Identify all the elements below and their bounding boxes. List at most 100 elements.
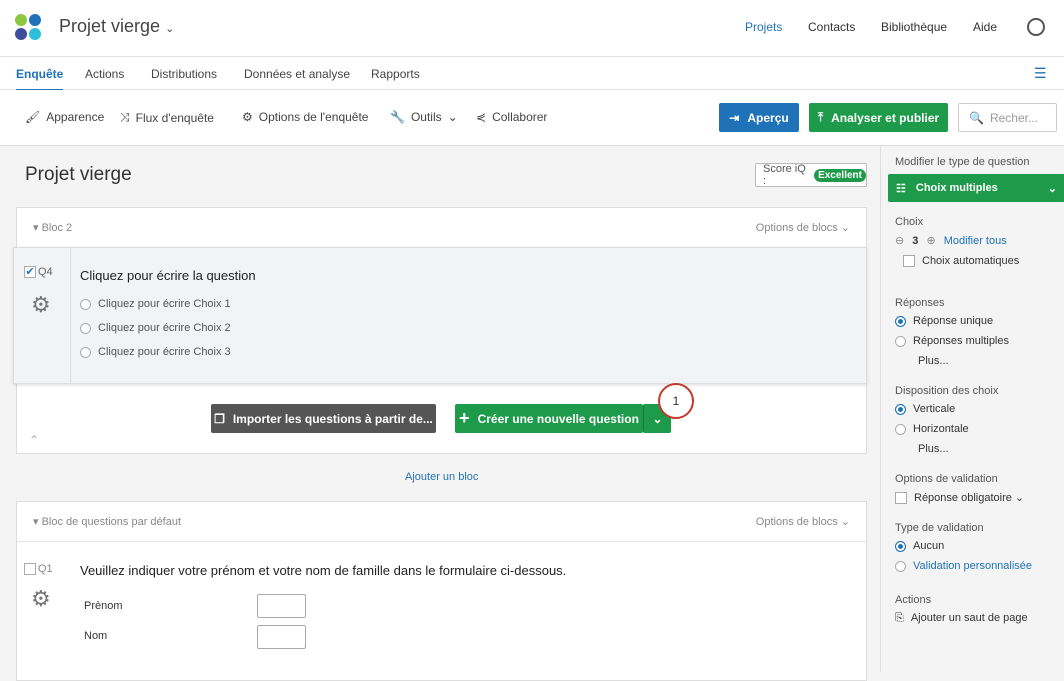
create-question-button[interactable]: + Créer une nouvelle question	[455, 404, 643, 433]
tab-donnees[interactable]: Données et analyse	[244, 67, 350, 81]
preview-icon: ⇥	[729, 110, 740, 125]
label: Réponses multiples	[913, 335, 1009, 348]
import-questions-button[interactable]: ❐ Importer les questions à partir de...	[211, 404, 436, 433]
apparence-button[interactable]: 🖌 Apparence	[25, 110, 104, 124]
question-checkbox[interactable]: ✔	[24, 266, 36, 279]
choice-2[interactable]: Cliquez pour écrire Choix 2	[80, 322, 231, 334]
list-view-icon[interactable]: ☰	[1034, 65, 1047, 82]
nom-input[interactable]	[257, 625, 306, 649]
multiple-answers-radio[interactable]: Réponses multiples	[895, 335, 1050, 347]
block-options-button[interactable]: Options de blocs ⌄	[756, 221, 850, 234]
page-break-icon: ⎘	[895, 612, 904, 625]
label: Ajouter un saut de page	[910, 612, 1028, 625]
nav-contacts[interactable]: Contacts	[808, 20, 855, 34]
upload-icon: ⤒	[817, 110, 824, 124]
more-link[interactable]: Plus...	[918, 355, 1050, 367]
validation-type-label: Type de validation	[895, 522, 984, 535]
choices-count: 3	[912, 235, 919, 247]
top-bar: Projet vierge ⌄ Projets Contacts Bibliot…	[0, 0, 1064, 57]
shuffle-icon: ⤨	[120, 110, 130, 124]
search-input[interactable]: 🔍 Recher...	[958, 103, 1057, 132]
gear-icon: ⚙	[242, 110, 253, 124]
label: Importer les questions à partir de...	[232, 411, 433, 426]
chevron-down-icon: ⌄	[652, 411, 663, 426]
copy-icon: ❐	[214, 411, 225, 426]
nav-projets[interactable]: Projets	[745, 20, 782, 34]
nav-aide[interactable]: Aide	[973, 20, 997, 34]
survey-title: Projet vierge	[25, 164, 132, 185]
label: Apparence	[46, 110, 105, 124]
single-answer-radio[interactable]: Réponse unique	[895, 315, 1050, 327]
wrench-icon: 🔧	[390, 110, 405, 124]
radio-icon	[80, 322, 91, 334]
page-break-action[interactable]: ⎘ Ajouter un saut de page	[895, 612, 1050, 625]
radio-icon	[80, 346, 91, 358]
outils-button[interactable]: 🔧 Outils ⌄	[390, 110, 458, 124]
block-title: Bloc de questions par défaut	[41, 516, 182, 528]
tab-rapports[interactable]: Rapports	[371, 67, 420, 81]
label: Créer une nouvelle question	[477, 411, 639, 426]
flux-button[interactable]: ⤨ Flux d'enquête	[120, 110, 214, 125]
block-options-button[interactable]: Options de blocs ⌄	[756, 515, 850, 528]
nav-bibliotheque[interactable]: Bibliothèque	[881, 20, 947, 34]
horizontal-radio[interactable]: Horizontale	[895, 423, 1050, 435]
tab-enquete[interactable]: Enquête	[16, 67, 64, 91]
prenom-input[interactable]	[257, 594, 306, 618]
collaborer-button[interactable]: ⋞ Collaborer	[476, 110, 547, 124]
none-radio[interactable]: Aucun	[895, 540, 1050, 552]
more-link[interactable]: Plus...	[918, 443, 1050, 455]
question-text[interactable]: Cliquez pour écrire la question	[80, 268, 256, 283]
block-title: Bloc 2	[41, 222, 73, 234]
user-avatar-icon[interactable]	[1027, 18, 1045, 36]
project-title-dropdown[interactable]: Projet vierge ⌄	[59, 16, 174, 37]
tab-distributions[interactable]: Distributions	[151, 67, 217, 81]
gear-icon[interactable]: ⚙	[31, 292, 51, 318]
question-id: Q1	[38, 563, 53, 575]
layout-label: Disposition des choix	[895, 385, 999, 398]
add-block-link[interactable]: Ajouter un bloc	[405, 471, 478, 483]
edit-all-link[interactable]: Modifier tous	[944, 235, 1007, 247]
label: Collaborer	[492, 110, 548, 124]
chevron-down-icon: ⌄	[165, 23, 175, 35]
chevron-down-icon: ⌄	[447, 110, 458, 124]
vertical-radio[interactable]: Verticale	[895, 403, 1050, 415]
answers-label: Réponses	[895, 297, 945, 310]
choice-3[interactable]: Cliquez pour écrire Choix 3	[80, 346, 231, 358]
score-iq[interactable]: Score iQ : Excellent	[755, 163, 867, 187]
block-collapse-toggle[interactable]: ▾ Bloc 2	[33, 221, 72, 234]
minus-button[interactable]: ⊖	[895, 235, 904, 247]
required-checkbox[interactable]: Réponse obligatoire ⌄	[895, 491, 1050, 505]
chevron-down-icon: ⌄	[1047, 182, 1057, 195]
brush-icon: 🖌	[25, 110, 41, 124]
tab-actions[interactable]: Actions	[85, 67, 124, 81]
options-button[interactable]: ⚙ Options de l'enquête	[242, 110, 368, 124]
plus-button[interactable]: ⊕	[926, 235, 935, 247]
label: Options de blocs	[755, 516, 838, 528]
actions-label: Actions	[895, 594, 932, 607]
publish-button[interactable]: ⤒ Analyser et publier	[809, 103, 948, 132]
choices-label: Choix	[895, 216, 924, 228]
label: Cliquez pour écrire Choix 3	[98, 346, 231, 358]
label: Aperçu	[747, 110, 789, 125]
tab-bar: Enquête Actions Distributions Données et…	[0, 57, 1064, 91]
question-checkbox[interactable]	[24, 563, 36, 576]
preview-button[interactable]: ⇥ Aperçu	[719, 103, 799, 132]
choice-1[interactable]: Cliquez pour écrire Choix 1	[80, 298, 231, 310]
question-sidebar: Modifier le type de question ☷ Choix mult…	[880, 146, 1064, 672]
custom-validation-radio[interactable]: Validation personnalisée	[895, 560, 1050, 572]
block-collapse-toggle[interactable]: ▾ Bloc de questions par défaut	[33, 515, 181, 528]
question-q4[interactable]: ✔ Q4 ⚙ Cliquez pour écrire la question Cl…	[13, 247, 867, 384]
question-id: Q4	[38, 266, 53, 278]
collapse-icon[interactable]: ⌃	[29, 433, 39, 447]
auto-choices-checkbox[interactable]: Choix automatiques	[903, 255, 1050, 268]
question-text[interactable]: Veuillez indiquer votre prénom et votre …	[80, 563, 566, 578]
label: Choix multiples	[915, 182, 998, 194]
gear-icon[interactable]: ⚙	[31, 586, 51, 612]
score-label: Score iQ :	[763, 163, 806, 187]
toolbar: 🖌 Apparence ⤨ Flux d'enquête ⚙ Options de l…	[0, 90, 1064, 146]
field-label-prenom: Prènom	[84, 600, 123, 612]
question-type-dropdown[interactable]: ☷ Choix multiples ⌄	[888, 174, 1064, 202]
label: Options de blocs	[755, 222, 838, 234]
label: Options de l'enquête	[258, 110, 369, 124]
share-icon: ⋞	[476, 110, 487, 124]
